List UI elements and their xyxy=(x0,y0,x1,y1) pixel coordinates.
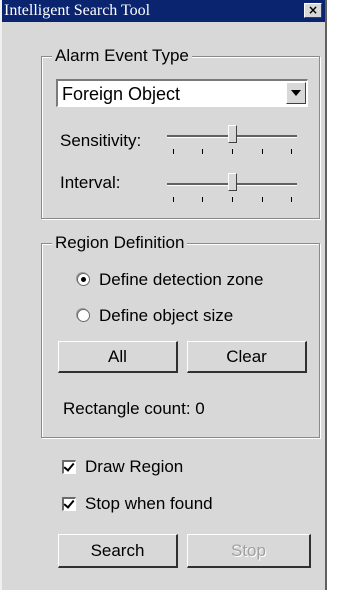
interval-label: Interval: xyxy=(60,173,121,192)
clear-button[interactable]: Clear xyxy=(187,341,307,373)
slider-tick xyxy=(202,197,203,202)
radio-object-size-label[interactable]: Define object size xyxy=(99,305,233,327)
slider-tick xyxy=(173,197,174,202)
radio-selected-dot xyxy=(81,277,86,282)
stop-when-found-label[interactable]: Stop when found xyxy=(85,493,213,515)
slider-tick xyxy=(291,149,292,154)
alarm-event-type-select[interactable]: Foreign Object xyxy=(56,79,308,107)
radio-object-size[interactable] xyxy=(77,309,90,322)
slider-tick xyxy=(291,197,292,202)
chevron-down-icon[interactable] xyxy=(286,82,306,104)
sensitivity-label: Sensitivity: xyxy=(60,131,142,150)
slider-tick xyxy=(232,197,233,202)
alarm-event-type-legend: Alarm Event Type xyxy=(52,45,192,67)
stop-button[interactable]: Stop xyxy=(187,534,311,568)
sensitivity-slider[interactable] xyxy=(167,125,299,155)
region-definition-legend: Region Definition xyxy=(52,232,188,254)
rectangle-count-text: Rectangle count: 0 xyxy=(63,399,205,418)
radio-detection-zone[interactable] xyxy=(77,273,90,286)
slider-tick xyxy=(173,149,174,154)
interval-slider[interactable] xyxy=(167,173,299,203)
sensitivity-slider-thumb[interactable] xyxy=(228,125,237,143)
title-bar[interactable]: Intelligent Search Tool × xyxy=(2,0,325,22)
search-button[interactable]: Search xyxy=(58,534,178,568)
close-button[interactable]: × xyxy=(304,3,322,18)
slider-tick xyxy=(202,149,203,154)
window-title: Intelligent Search Tool xyxy=(4,2,151,19)
draw-region-label[interactable]: Draw Region xyxy=(85,456,183,478)
intelligent-search-window: Intelligent Search Tool × Alarm Event Ty… xyxy=(0,0,327,590)
slider-tick xyxy=(262,149,263,154)
checkmark-icon xyxy=(63,460,75,472)
close-icon: × xyxy=(307,3,319,17)
slider-tick xyxy=(262,197,263,202)
alarm-event-type-value: Foreign Object xyxy=(62,84,181,104)
checkmark-icon xyxy=(63,497,75,509)
stop-when-found-checkbox[interactable] xyxy=(62,497,76,511)
draw-region-checkbox[interactable] xyxy=(62,460,76,474)
slider-tick xyxy=(232,149,233,154)
radio-detection-zone-label[interactable]: Define detection zone xyxy=(99,269,263,291)
all-button[interactable]: All xyxy=(58,341,178,373)
interval-slider-thumb[interactable] xyxy=(228,173,237,191)
